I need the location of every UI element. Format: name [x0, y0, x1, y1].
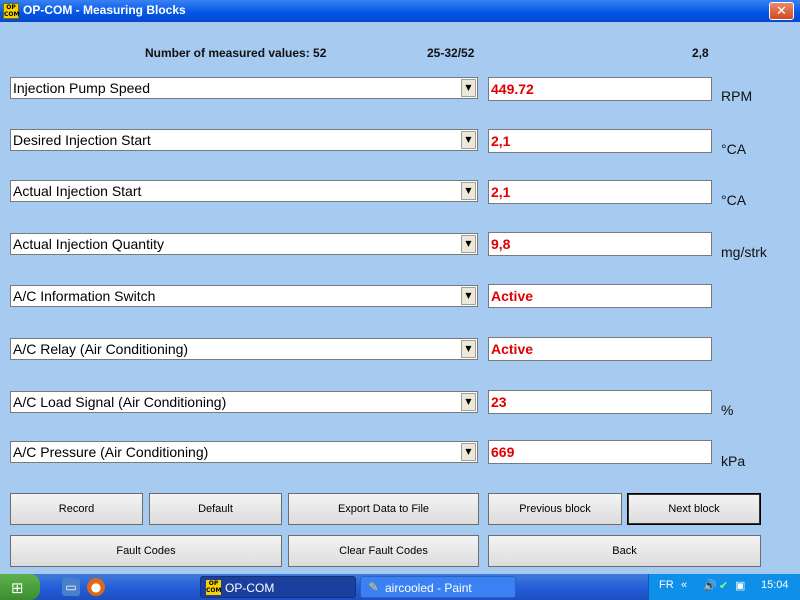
- measure-label: A/C Pressure (Air Conditioning): [13, 444, 209, 460]
- measure-select-5[interactable]: A/C Information Switch ▼: [10, 285, 478, 307]
- taskbar-paint[interactable]: ✎ aircooled - Paint: [360, 576, 516, 598]
- measure-label: A/C Information Switch: [13, 288, 156, 304]
- measure-label: Desired Injection Start: [13, 132, 151, 148]
- previous-block-button[interactable]: Previous block: [488, 493, 622, 525]
- system-tray: FR « 🔊 ✔ ▣ 15:04: [648, 574, 800, 600]
- show-hidden-icons-button[interactable]: «: [681, 579, 687, 591]
- security-icon[interactable]: ✔: [719, 579, 728, 592]
- start-button[interactable]: ⊞: [0, 574, 40, 600]
- dropdown-arrow-icon[interactable]: ▼: [461, 393, 476, 411]
- record-button[interactable]: Record: [10, 493, 143, 525]
- title-bar: OP COM OP-COM - Measuring Blocks ✕: [0, 0, 800, 22]
- fault-codes-button[interactable]: Fault Codes: [10, 535, 282, 567]
- opcom-task-icon: OP COM: [206, 580, 222, 595]
- measure-unit-7: %: [721, 402, 734, 418]
- measure-unit-3: °CA: [721, 192, 747, 208]
- firefox-icon[interactable]: ●: [87, 578, 105, 596]
- measured-values-count: Number of measured values: 52: [145, 46, 327, 60]
- network-icon[interactable]: ▣: [735, 579, 745, 592]
- dropdown-arrow-icon[interactable]: ▼: [461, 182, 476, 200]
- window-title: OP-COM - Measuring Blocks: [23, 3, 186, 17]
- measure-select-8[interactable]: A/C Pressure (Air Conditioning) ▼: [10, 441, 478, 463]
- dropdown-arrow-icon[interactable]: ▼: [461, 340, 476, 358]
- measure-select-2[interactable]: Desired Injection Start ▼: [10, 129, 478, 151]
- measure-select-3[interactable]: Actual Injection Start ▼: [10, 180, 478, 202]
- windows-logo-icon: ⊞: [11, 579, 24, 597]
- back-button[interactable]: Back: [488, 535, 761, 567]
- value-text: 669: [491, 444, 515, 460]
- value-text: Active: [491, 341, 534, 357]
- measure-unit-1: RPM: [721, 88, 753, 104]
- measure-select-1[interactable]: Injection Pump Speed ▼: [10, 77, 478, 99]
- opcom-app-icon: OP COM: [3, 3, 20, 19]
- measure-value-1: 449.72: [488, 77, 712, 101]
- next-block-button[interactable]: Next block: [627, 493, 761, 525]
- taskbar-opcom[interactable]: OP COM OP-COM: [200, 576, 356, 598]
- measure-unit-2: °CA: [721, 141, 747, 157]
- measure-select-6[interactable]: A/C Relay (Air Conditioning) ▼: [10, 338, 478, 360]
- block-range: 25-32/52: [427, 46, 475, 60]
- dropdown-arrow-icon[interactable]: ▼: [461, 443, 476, 461]
- measure-label: Actual Injection Quantity: [13, 236, 164, 252]
- value-text: 449.72: [491, 81, 534, 97]
- header-value: 2,8: [692, 46, 709, 60]
- clear-fault-codes-button[interactable]: Clear Fault Codes: [288, 535, 479, 567]
- dropdown-arrow-icon[interactable]: ▼: [461, 235, 476, 253]
- export-data-button[interactable]: Export Data to File: [288, 493, 479, 525]
- measure-value-8: 669: [488, 440, 712, 464]
- volume-icon[interactable]: 🔊: [703, 579, 717, 592]
- measure-label: Injection Pump Speed: [13, 80, 150, 96]
- measure-unit-4: mg/strk: [721, 244, 767, 260]
- language-indicator[interactable]: FR: [659, 579, 674, 591]
- close-button[interactable]: ✕: [769, 2, 794, 20]
- measure-label: A/C Load Signal (Air Conditioning): [13, 394, 227, 410]
- measure-label: A/C Relay (Air Conditioning): [13, 341, 189, 357]
- measure-select-7[interactable]: A/C Load Signal (Air Conditioning) ▼: [10, 391, 478, 413]
- dropdown-arrow-icon[interactable]: ▼: [461, 131, 476, 149]
- measure-unit-8: kPa: [721, 453, 746, 469]
- default-button[interactable]: Default: [149, 493, 282, 525]
- show-desktop-icon[interactable]: ▭: [62, 578, 80, 596]
- task-label: OP-COM: [225, 581, 275, 595]
- dropdown-arrow-icon[interactable]: ▼: [461, 79, 476, 97]
- dropdown-arrow-icon[interactable]: ▼: [461, 287, 476, 305]
- value-text: 2,1: [491, 133, 511, 149]
- measure-label: Actual Injection Start: [13, 183, 142, 199]
- measure-value-2: 2,1: [488, 129, 712, 153]
- measure-value-5: Active: [488, 284, 712, 308]
- measure-value-3: 2,1: [488, 180, 712, 204]
- measure-select-4[interactable]: Actual Injection Quantity ▼: [10, 233, 478, 255]
- value-text: 9,8: [491, 236, 511, 252]
- value-text: 2,1: [491, 184, 511, 200]
- measure-value-7: 23: [488, 390, 712, 414]
- measure-value-4: 9,8: [488, 232, 712, 256]
- value-text: Active: [491, 288, 534, 304]
- task-label: aircooled - Paint: [385, 581, 472, 595]
- paint-icon: ✎: [368, 580, 379, 594]
- value-text: 23: [491, 394, 507, 410]
- measure-value-6: Active: [488, 337, 712, 361]
- taskbar: ⊞ ▭ ● OP COM OP-COM ✎ aircooled - Paint F…: [0, 574, 800, 600]
- clock: 15:04: [761, 579, 789, 591]
